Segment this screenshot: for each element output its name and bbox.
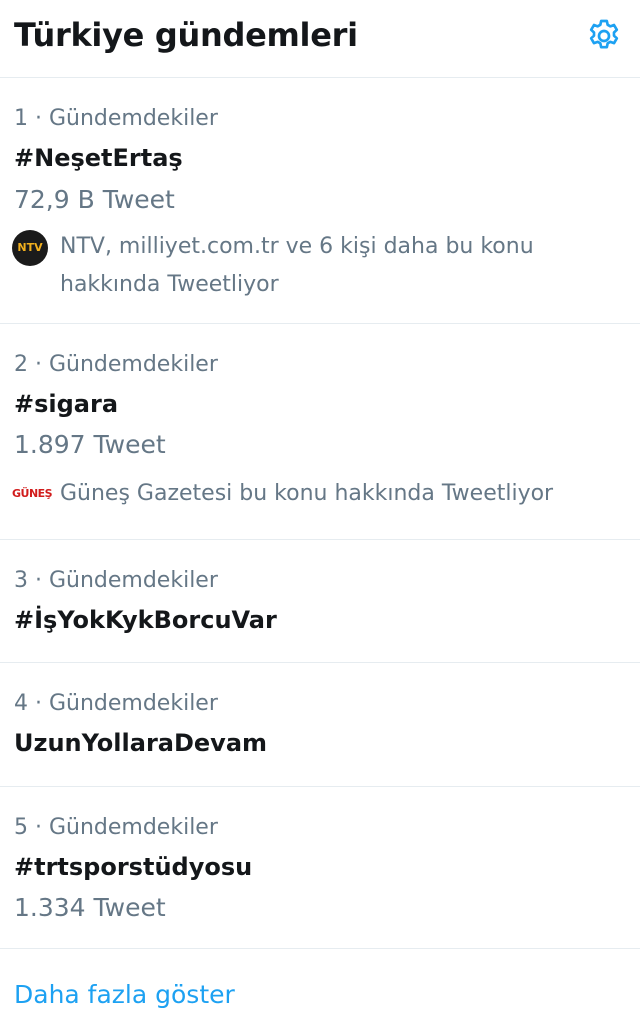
trend-name: #NeşetErtaş [14, 144, 183, 172]
trend-meta: 5 · Gündemdekiler [14, 815, 218, 840]
page-title: Türkiye gündemleri [14, 16, 358, 54]
trend-name: #İşYokKykBorcuVar [14, 606, 277, 634]
trend-meta: 4 · Gündemdekiler [14, 691, 218, 716]
trend-tweet-count: 72,9 B Tweet [14, 185, 175, 214]
trend-meta: 1 · Gündemdekiler [14, 106, 218, 131]
trend-tweet-count: 1.897 Tweet [14, 430, 166, 459]
trend-item[interactable]: 3 · Gündemdekiler #İşYokKykBorcuVar [0, 540, 640, 663]
trend-name: UzunYollaraDevam [14, 729, 268, 757]
trend-item[interactable]: 2 · Gündemdekiler #sigara 1.897 Tweet GÜ… [0, 324, 640, 540]
show-more-link[interactable]: Daha fazla göster [14, 980, 235, 1009]
trend-meta: 2 · Gündemdekiler [14, 352, 218, 377]
gear-icon[interactable] [584, 16, 624, 56]
trend-meta: 3 · Gündemdekiler [14, 568, 218, 593]
trends-header: Türkiye gündemleri [0, 0, 640, 78]
gunes-logo: GÜNEŞ [12, 487, 53, 500]
trend-item[interactable]: 4 · Gündemdekiler UzunYollaraDevam [0, 663, 640, 787]
trend-name: #trtsporstüdyosu [14, 853, 253, 881]
trend-context-line2: hakkında Tweetliyor [60, 272, 279, 297]
ntv-avatar: NTV [12, 230, 48, 266]
trend-item[interactable]: 5 · Gündemdekiler #trtsporstüdyosu 1.334… [0, 787, 640, 949]
trend-context-line1: Güneş Gazetesi bu konu hakkında Tweetliy… [60, 481, 554, 506]
trend-context-line1: NTV, milliyet.com.tr ve 6 kişi daha bu k… [60, 234, 534, 259]
trend-tweet-count: 1.334 Tweet [14, 893, 166, 922]
trend-item[interactable]: 1 · Gündemdekiler #NeşetErtaş 72,9 B Twe… [0, 78, 640, 324]
trend-name: #sigara [14, 390, 119, 418]
